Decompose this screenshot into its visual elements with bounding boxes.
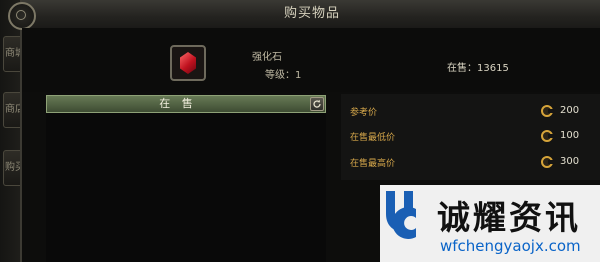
on-sale-header: 在 售: [46, 95, 326, 113]
price-value: 100: [560, 130, 580, 141]
price-row-lowest: 在售最低价 100: [341, 127, 600, 147]
sale-count: 在售：13615: [447, 63, 509, 74]
price-label: 在售最高价: [350, 159, 396, 169]
item-info: 强化石 等级：1 在售：13615: [22, 28, 600, 92]
price-row-highest: 在售最高价 300: [341, 153, 600, 173]
window-titlebar[interactable]: 购买物品: [8, 0, 600, 30]
item-name: 强化石: [252, 52, 282, 63]
coin-icon: [541, 130, 553, 142]
refresh-button[interactable]: [310, 97, 324, 111]
coin-icon: [541, 156, 553, 168]
price-value: 300: [560, 156, 580, 167]
watermark-name: 诚耀资讯: [437, 198, 581, 237]
red-gem-icon: [180, 52, 196, 74]
watermark: 诚耀资讯 wfchengyaojx.com: [380, 185, 600, 262]
price-label: 在售最低价: [350, 133, 396, 143]
item-slot[interactable]: [170, 45, 206, 81]
on-sale-label: 在 售: [159, 97, 197, 110]
price-row-reference: 参考价 200: [341, 102, 600, 122]
price-value: 200: [560, 105, 580, 116]
coin-icon: [541, 105, 553, 117]
price-panel: 参考价 200 在售最低价 100 在售最高价 300: [341, 94, 600, 180]
window-title: 购买物品: [283, 6, 340, 21]
watermark-url: wfchengyaojx.com: [440, 237, 581, 255]
watermark-logo-icon: [386, 191, 416, 239]
refresh-icon: [313, 99, 321, 108]
price-label: 参考价: [350, 108, 378, 118]
item-level: 等级：1: [265, 70, 302, 81]
on-sale-list[interactable]: [46, 113, 326, 262]
